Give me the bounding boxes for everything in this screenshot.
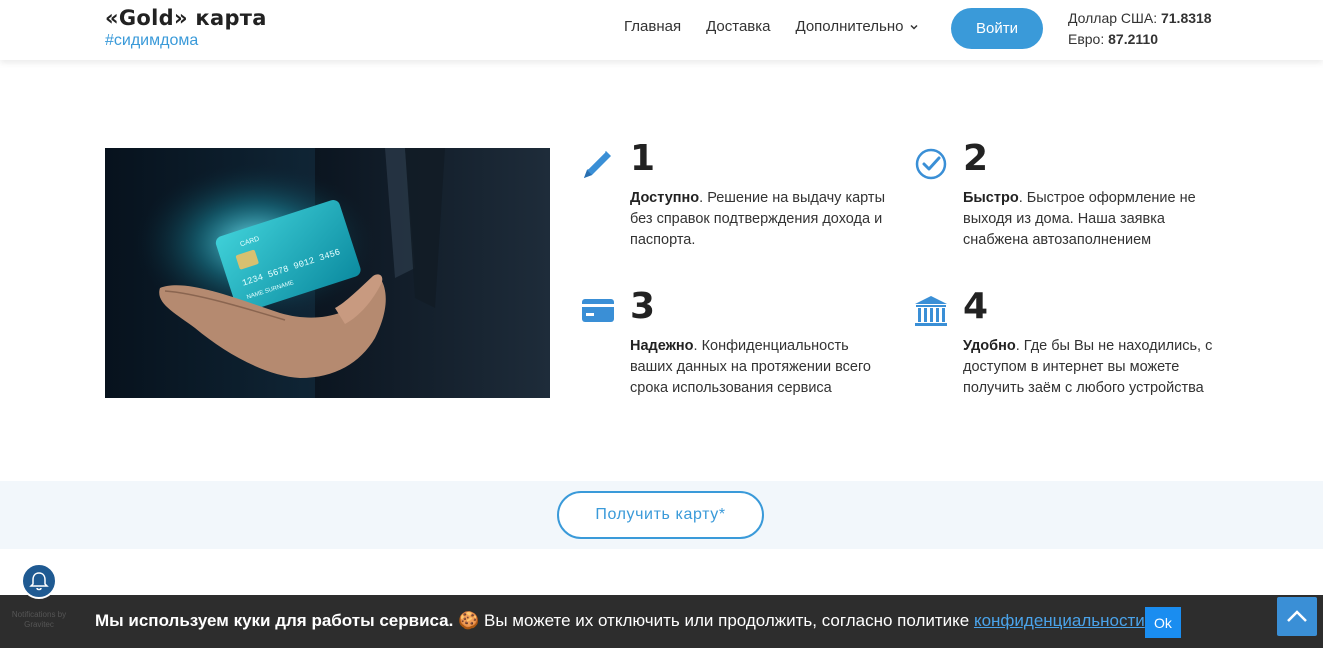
feature-title: Доступно (630, 190, 700, 206)
nav-item-delivery[interactable]: Доставка (706, 18, 770, 35)
feature-description: Доступно. Решение на выдачу карты без сп… (630, 188, 885, 251)
usd-rate-label: Доллар США: (1068, 10, 1158, 26)
notification-bell-button[interactable] (21, 563, 57, 599)
feature-number: 2 (963, 138, 989, 179)
gravitec-label: Notifications by Gravitec (11, 610, 67, 629)
eur-rate-label: Евро: (1068, 31, 1105, 47)
get-card-button[interactable]: Получить карту* (557, 491, 764, 539)
feature-title: Надежно (630, 338, 694, 354)
currency-rates: Доллар США: 71.8318 Евро: 87.2110 (1068, 8, 1212, 50)
feature-description: Надежно. Конфиденциальность ваших данных… (630, 336, 885, 399)
cookie-ok-button[interactable]: Ok (1145, 607, 1181, 638)
site-header: «Gold» карта #сидимдома Главная Доставка… (0, 0, 1323, 60)
feature-number: 1 (630, 138, 656, 179)
feature-number: 4 (963, 286, 989, 327)
privacy-policy-link[interactable]: конфиденциальности (974, 611, 1145, 630)
cta-section: Получить карту* (0, 481, 1323, 549)
cookie-message-text: Вы можете их отключить или продолжить, с… (479, 611, 974, 630)
brand[interactable]: «Gold» карта #сидимдома (105, 5, 267, 51)
cookie-emoji-icon: 🍪 (458, 611, 480, 630)
feature-description: Быстро. Быстрое оформление не выходя из … (963, 188, 1218, 251)
usd-rate: Доллар США: 71.8318 (1068, 8, 1212, 29)
pencil-icon (584, 151, 611, 178)
hand-holding-card-illustration: CARD 1234 5678 9012 3456 NAME SURNAME (135, 148, 550, 398)
chevron-down-icon (910, 24, 919, 30)
eur-rate-value: 87.2110 (1108, 31, 1158, 47)
brand-tagline: #сидимдома (105, 32, 199, 49)
bank-icon (915, 296, 947, 326)
nav-item-more[interactable]: Дополнительно (796, 18, 920, 35)
check-circle-icon (915, 148, 947, 180)
usd-rate-value: 71.8318 (1160, 10, 1212, 26)
login-button[interactable]: Войти (951, 8, 1043, 49)
bell-icon (29, 572, 49, 591)
feature-title: Удобно (963, 338, 1016, 354)
nav-item-more-label: Дополнительно (795, 18, 904, 35)
feature-number: 3 (630, 286, 656, 327)
cookie-consent-bar: Мы используем куки для работы сервиса. 🍪… (0, 595, 1323, 648)
feature-title: Быстро (963, 190, 1019, 206)
cookie-message: Мы используем куки для работы сервиса. 🍪… (95, 611, 1145, 631)
feature-description: Удобно. Где бы Вы не находились, с досту… (963, 336, 1218, 399)
chevron-up-icon (1287, 610, 1307, 622)
hero-image: CARD 1234 5678 9012 3456 NAME SURNAME (105, 148, 550, 398)
credit-card-icon (582, 299, 614, 322)
nav-item-home[interactable]: Главная (624, 18, 681, 35)
eur-rate: Евро: 87.2110 (1068, 29, 1212, 50)
main-nav: Главная Доставка Дополнительно (624, 18, 919, 35)
scroll-to-top-button[interactable] (1277, 597, 1317, 636)
cookie-message-bold: Мы используем куки для работы сервиса. (95, 611, 454, 630)
brand-title[interactable]: «Gold» карта (105, 5, 267, 31)
gravitec-notification-widget[interactable]: Notifications by Gravitec (4, 563, 74, 629)
